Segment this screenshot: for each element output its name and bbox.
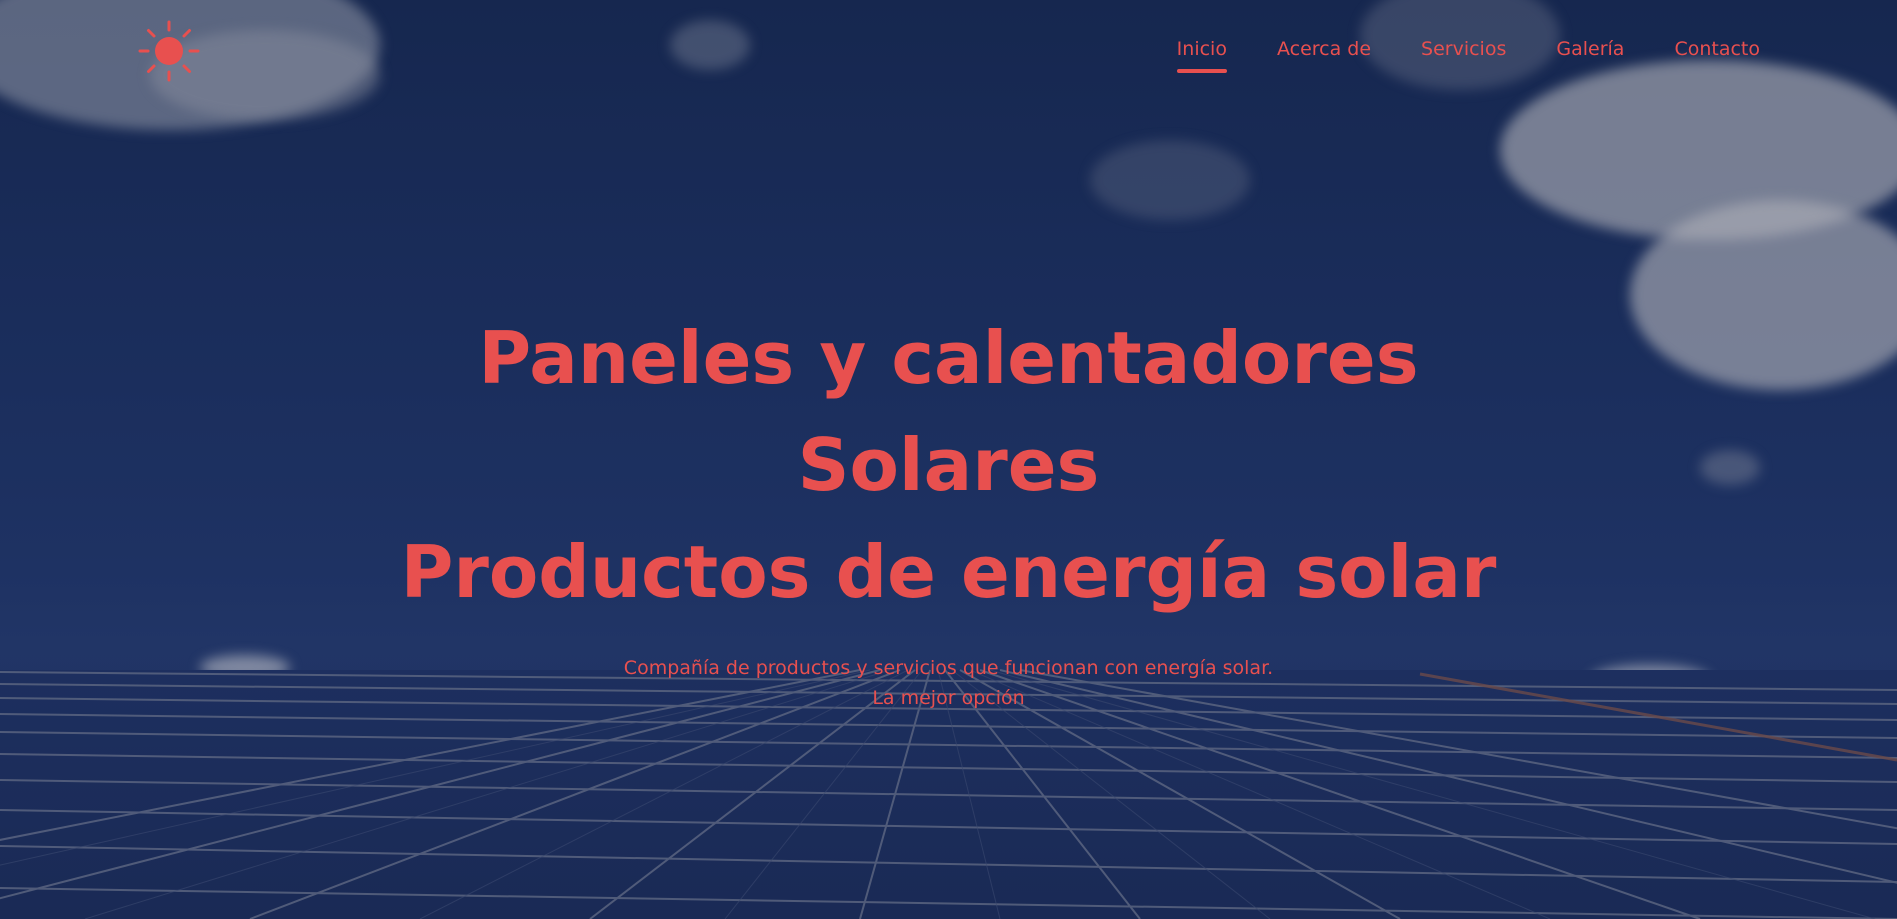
nav-item-servicios[interactable]: Servicios [1421, 38, 1506, 70]
hero-subtitle-line-1: Compañía de productos y servicios que fu… [623, 657, 1274, 679]
hero-title-line-1: Paneles y calentadores [478, 316, 1419, 400]
hero-title-line-2: Solares [797, 423, 1100, 507]
main-nav: Inicio Acerca de Servicios Galería Conta… [1176, 38, 1760, 73]
nav-item-contacto[interactable]: Contacto [1674, 38, 1760, 70]
nav-item-acerca-de[interactable]: Acerca de [1277, 38, 1371, 70]
sun-logo-icon[interactable] [138, 20, 200, 82]
hero-title: Paneles y calentadores Solares Productos… [0, 305, 1897, 626]
hero-subtitle: Compañía de productos y servicios que fu… [0, 653, 1897, 713]
cloud-mid-right [1090, 140, 1250, 220]
nav-item-galeria[interactable]: Galería [1556, 38, 1624, 70]
cloud-small [670, 20, 750, 70]
nav-item-inicio[interactable]: Inicio [1176, 38, 1228, 73]
hero-title-line-3: Productos de energía solar [400, 530, 1497, 614]
hero-subtitle-line-2: La mejor opción [872, 687, 1025, 709]
